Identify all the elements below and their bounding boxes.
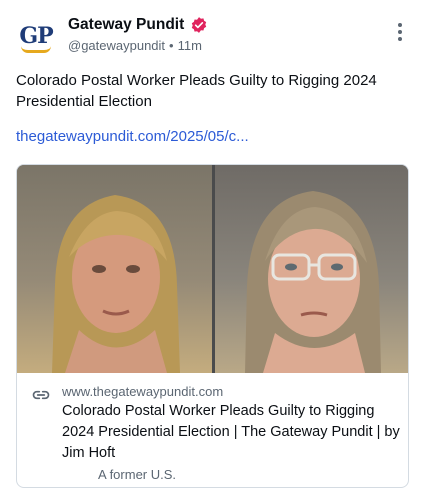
link-card-domain: www.thegatewaypundit.com bbox=[62, 384, 224, 399]
link-card-description: A former U.S. bbox=[98, 467, 177, 482]
link-card[interactable]: www.thegatewaypundit.com Colorado Postal… bbox=[16, 164, 409, 488]
mugshot-right-image bbox=[215, 165, 408, 373]
name-row: Gateway Pundit bbox=[68, 16, 208, 34]
link-card-title: Colorado Postal Worker Pleads Guilty to … bbox=[62, 403, 400, 461]
link-card-image bbox=[17, 165, 408, 373]
timestamp[interactable]: 11m bbox=[178, 38, 202, 53]
mugshot-left-image bbox=[17, 165, 212, 373]
post-header: GP Gateway Pundit @gatewaypundit • 11m bbox=[16, 14, 410, 58]
more-options-icon[interactable] bbox=[390, 20, 410, 44]
post: GP Gateway Pundit @gatewaypundit • 11m Col… bbox=[0, 0, 426, 500]
post-link[interactable]: thegatewaypundit.com/2025/05/c... bbox=[16, 128, 249, 145]
meta-separator: • bbox=[169, 38, 174, 53]
link-card-footer: www.thegatewaypundit.com Colorado Postal… bbox=[17, 373, 408, 487]
meta-row: @gatewaypundit • 11m bbox=[68, 38, 202, 53]
avatar-swoosh-icon bbox=[21, 46, 51, 53]
handle[interactable]: @gatewaypundit bbox=[68, 38, 165, 53]
post-text: Colorado Postal Worker Pleads Guilty to … bbox=[16, 72, 377, 110]
verified-badge-icon bbox=[190, 16, 208, 34]
display-name[interactable]: Gateway Pundit bbox=[68, 16, 184, 34]
avatar[interactable]: GP bbox=[16, 16, 56, 56]
link-icon bbox=[31, 385, 51, 405]
